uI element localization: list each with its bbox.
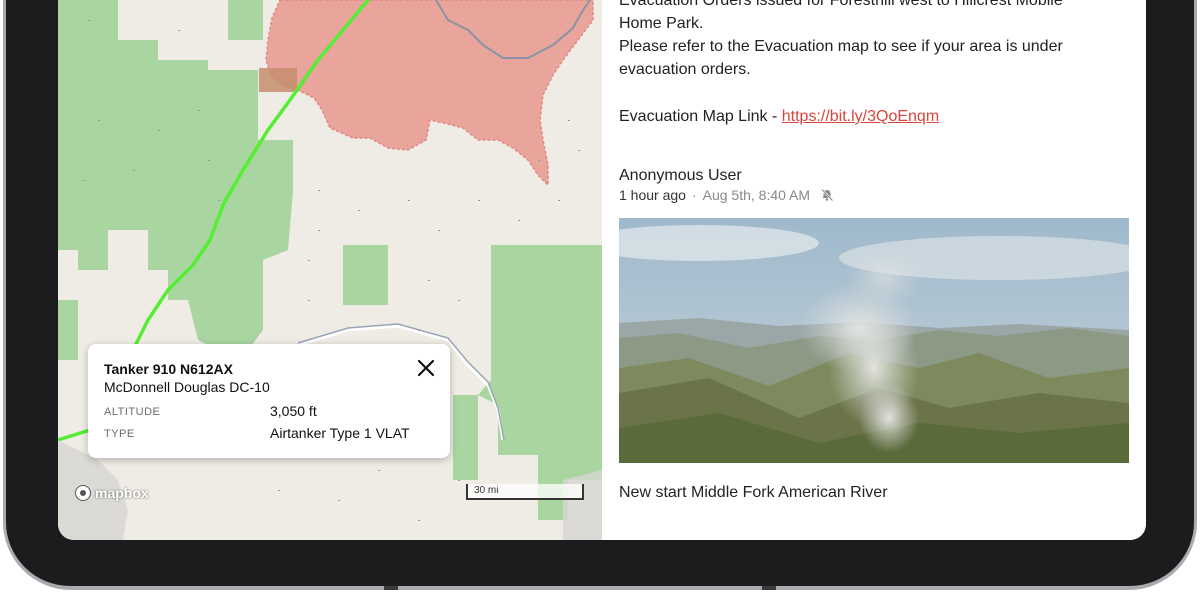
type-label: TYPE: [104, 428, 135, 440]
burn-patch: [259, 68, 297, 92]
type-value: Airtanker Type 1 VLAT: [270, 425, 410, 441]
aircraft-model: McDonnell Douglas DC-10: [104, 379, 270, 395]
post-author: Anonymous User: [619, 167, 742, 184]
post-text-line: evacuation orders.: [619, 61, 751, 78]
evacuation-map-link[interactable]: https://bit.ly/3QoEnqm: [782, 108, 939, 125]
close-icon[interactable]: [414, 356, 438, 380]
map-view[interactable]: Tanker 910 N612AX McDonnell Douglas DC-1…: [58, 0, 602, 540]
post-text-line: Home Park.: [619, 15, 704, 32]
post-photo[interactable]: [619, 218, 1129, 463]
post-text-line: Evacuation Orders issued for Foresthill …: [619, 0, 1063, 9]
mapbox-logo[interactable]: mapbox: [74, 484, 149, 502]
urban-area: [563, 470, 602, 540]
aircraft-title: Tanker 910 N612AX: [104, 361, 233, 377]
altitude-value: 3,050 ft: [270, 403, 317, 419]
fire-perimeter: [265, 0, 594, 187]
post-relative-time: 1 hour ago: [619, 187, 686, 203]
post-text-line: Please refer to the Evacuation map to se…: [619, 38, 1063, 55]
post-date: Aug 5th, 8:40 AM: [702, 187, 811, 203]
post-caption: New start Middle Fork American River: [619, 484, 888, 501]
update-feed[interactable]: Evacuation Orders issued for Foresthill …: [602, 0, 1146, 540]
meta-separator: ·: [691, 187, 697, 203]
altitude-label: ALTITUDE: [104, 406, 161, 418]
aircraft-popup: Tanker 910 N612AX McDonnell Douglas DC-1…: [88, 344, 450, 458]
smoke-landscape-image: [619, 218, 1129, 463]
link-prefix: Evacuation Map Link -: [619, 108, 782, 125]
map-layers: [58, 0, 602, 540]
post-meta: 1 hour ago · Aug 5th, 8:40 AM: [619, 187, 834, 203]
evacuation-link-row: Evacuation Map Link - https://bit.ly/3Qo…: [619, 105, 939, 128]
app-screen: Tanker 910 N612AX McDonnell Douglas DC-1…: [58, 0, 1146, 540]
mapbox-wordmark: mapbox: [95, 485, 149, 501]
mapbox-icon: [75, 485, 91, 501]
map-scale: 30 mi: [466, 484, 584, 500]
device-button: [384, 586, 398, 590]
device-button: [762, 586, 776, 590]
bell-off-icon[interactable]: [820, 188, 834, 202]
